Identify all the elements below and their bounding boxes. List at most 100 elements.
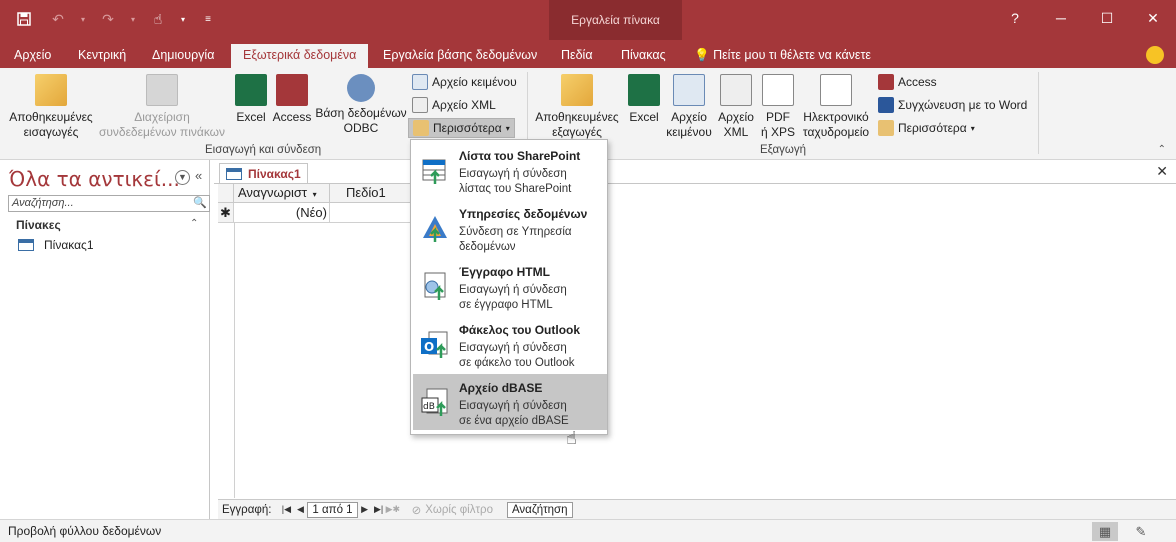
odbc-label-2: ODBC (343, 121, 379, 135)
html-document-icon (419, 270, 451, 302)
status-bar: Προβολή φύλλου δεδομένων ▦ ✎ (0, 519, 1176, 542)
tab-create[interactable]: Δημιουργία (140, 44, 226, 68)
collapse-pane-icon[interactable]: « (195, 168, 202, 183)
import-excel-button[interactable]: Excel (232, 74, 270, 125)
import-access-label: Access (272, 110, 312, 124)
access-icon (878, 74, 894, 90)
undo-dropdown-icon[interactable]: ▾ (78, 8, 88, 30)
saved-imports-label-2: εισαγωγές (23, 125, 79, 139)
menu-item-dbase-file[interactable]: dB Αρχείο dBASE Εισαγωγή ή σύνδεση σε ένα… (413, 374, 607, 430)
last-record-icon[interactable]: ▶| (372, 504, 386, 515)
dbase-file-icon: dB (419, 386, 451, 418)
outlook-folder-icon: O (419, 328, 451, 360)
menu-item-data-services[interactable]: Υπηρεσίες δεδομένων Σύνδεση σε Υπηρεσία δ… (413, 200, 607, 256)
export-pdf-label-1: PDF (766, 110, 790, 124)
export-more-label: Περισσότερα (898, 121, 967, 135)
email-attachment-icon (820, 74, 852, 106)
xml-file-icon (412, 97, 428, 113)
odbc-globe-icon (347, 74, 375, 102)
xml-file-icon (720, 74, 752, 106)
chevron-down-icon[interactable]: ▾ (313, 190, 317, 199)
tab-file[interactable]: Αρχείο (2, 44, 63, 68)
document-tab-table1[interactable]: Πίνακας1 (219, 163, 308, 183)
export-xml-file-button[interactable]: Αρχείο XML (714, 74, 758, 140)
tab-external-data[interactable]: Εξωτερικά δεδομένα (231, 44, 369, 68)
tab-home[interactable]: Κεντρική (66, 44, 138, 68)
minimize-button[interactable]: ─ (1038, 0, 1084, 36)
search-icon[interactable]: 🔍 (193, 196, 207, 211)
export-text-file-button[interactable]: Αρχείο κειμένου (664, 74, 714, 140)
nav-item-table1[interactable]: Πίνακας1 (18, 238, 94, 252)
saved-exports-button[interactable]: Αποθηκευμένες εξαγωγές (530, 74, 624, 140)
row-selector-line (234, 222, 235, 498)
export-access-button[interactable]: Access (878, 74, 937, 90)
help-button[interactable]: ? (992, 0, 1038, 36)
save-icon[interactable] (10, 8, 38, 30)
export-more-dropdown[interactable]: Περισσότερα ▾ (878, 120, 975, 136)
tab-table[interactable]: Πίνακας (609, 44, 678, 68)
redo-dropdown-icon[interactable]: ▾ (128, 8, 138, 30)
previous-record-icon[interactable]: ◀ (293, 504, 307, 515)
export-excel-button[interactable]: Excel (626, 74, 662, 125)
tell-me-box[interactable]: 💡 Πείτε μου τι θέλετε να κάνετε (694, 44, 871, 67)
first-record-icon[interactable]: |◀ (279, 504, 293, 515)
title-bar: ↶ ▾ ↷ ▾ ☝ ▾ ≡ Εργαλεία πίνακα ? ─ ☐ ✕ (0, 0, 1176, 40)
import-xml-file-button[interactable]: Αρχείο XML (412, 97, 496, 113)
menu-item-desc: Εισαγωγή ή σύνδεση σε ένα αρχείο dBASE (459, 400, 569, 427)
close-button[interactable]: ✕ (1130, 0, 1176, 36)
new-row-selector[interactable]: ✱ (218, 203, 234, 223)
tab-database-tools[interactable]: Εργαλεία βάσης δεδομένων (371, 44, 549, 68)
svg-text:O: O (424, 340, 434, 354)
export-text-label-2: κειμένου (666, 125, 712, 139)
saved-exports-label-1: Αποθηκευμένες (535, 110, 619, 124)
new-row-id-cell[interactable]: (Νέο) (234, 203, 330, 223)
touch-dropdown-icon[interactable]: ▾ (178, 8, 188, 30)
record-search-input[interactable]: Αναζήτηση (506, 501, 573, 518)
menu-item-sharepoint-list[interactable]: Λίστα του SharePoint Εισαγωγή ή σύνδεση λ… (413, 142, 607, 198)
maximize-button[interactable]: ☐ (1084, 0, 1130, 36)
customize-qat-icon[interactable]: ≡ (194, 8, 222, 30)
import-group-label: Εισαγωγή και σύνδεση (205, 144, 322, 156)
menu-item-html-document[interactable]: Έγγραφο HTML Εισαγωγή ή σύνδεση σε έγγραφ… (413, 258, 607, 314)
export-pdf-button[interactable]: PDF ή XPS (758, 74, 798, 140)
saved-imports-button[interactable]: Αποθηκευμένες εισαγωγές (6, 74, 96, 140)
record-label: Εγγραφή: (222, 503, 272, 516)
nav-pane-title[interactable]: Όλα τα αντικεί... (9, 167, 180, 191)
menu-item-outlook-folder[interactable]: O Φάκελος του Outlook Εισαγωγή ή σύνδεση… (413, 316, 607, 372)
touch-mode-icon[interactable]: ☝ (144, 8, 172, 30)
datasheet-view-icon[interactable]: ▦ (1092, 522, 1118, 541)
word-merge-button[interactable]: Συγχώνευση με το Word (878, 97, 1027, 113)
close-document-icon[interactable]: ✕ (1156, 163, 1168, 180)
data-services-icon (419, 212, 451, 244)
collapse-group-icon[interactable]: ⌃ (190, 218, 198, 229)
column-header-id[interactable]: Αναγνωριστ ▾ (234, 184, 330, 203)
redo-icon[interactable]: ↷ (94, 8, 122, 30)
excel-icon (235, 74, 267, 106)
export-email-button[interactable]: Ηλεκτρονικό ταχυδρομείο (798, 74, 874, 140)
select-all-cell[interactable] (218, 184, 234, 203)
text-file-icon (412, 74, 428, 90)
import-text-file-button[interactable]: Αρχείο κειμένου (412, 74, 517, 90)
menu-item-desc: Σύνδεση σε Υπηρεσία δεδομένων (459, 226, 572, 253)
next-record-icon[interactable]: ▶ (358, 504, 372, 515)
collapse-ribbon-icon[interactable]: ⌃ (1158, 144, 1166, 155)
nav-group-tables[interactable]: Πίνακες (16, 218, 61, 232)
table-icon (18, 239, 34, 251)
export-xml-label-1: Αρχείο (718, 110, 754, 124)
feedback-smiley-icon[interactable] (1146, 46, 1164, 64)
record-position-input[interactable]: 1 από 1 (307, 501, 358, 518)
design-view-icon[interactable]: ✎ (1128, 522, 1154, 541)
export-text-label-1: Αρχείο (671, 110, 707, 124)
import-more-label: Περισσότερα (433, 121, 502, 135)
filter-status-label[interactable]: Χωρίς φίλτρο (425, 504, 493, 516)
tab-fields[interactable]: Πεδία (549, 44, 605, 68)
nav-search-input[interactable]: Αναζήτηση... 🔍 (8, 195, 210, 212)
odbc-database-button[interactable]: Βάση δεδομένων ODBC (314, 74, 408, 136)
chevron-down-icon[interactable]: ▼ (175, 170, 190, 185)
import-access-button[interactable]: Access (270, 74, 314, 125)
sharepoint-list-icon (419, 154, 451, 186)
undo-icon[interactable]: ↶ (44, 8, 72, 30)
chevron-down-icon: ▾ (505, 123, 510, 133)
import-more-dropdown[interactable]: Περισσότερα ▾ (408, 118, 515, 138)
no-filter-icon: ⊘ (411, 504, 422, 517)
